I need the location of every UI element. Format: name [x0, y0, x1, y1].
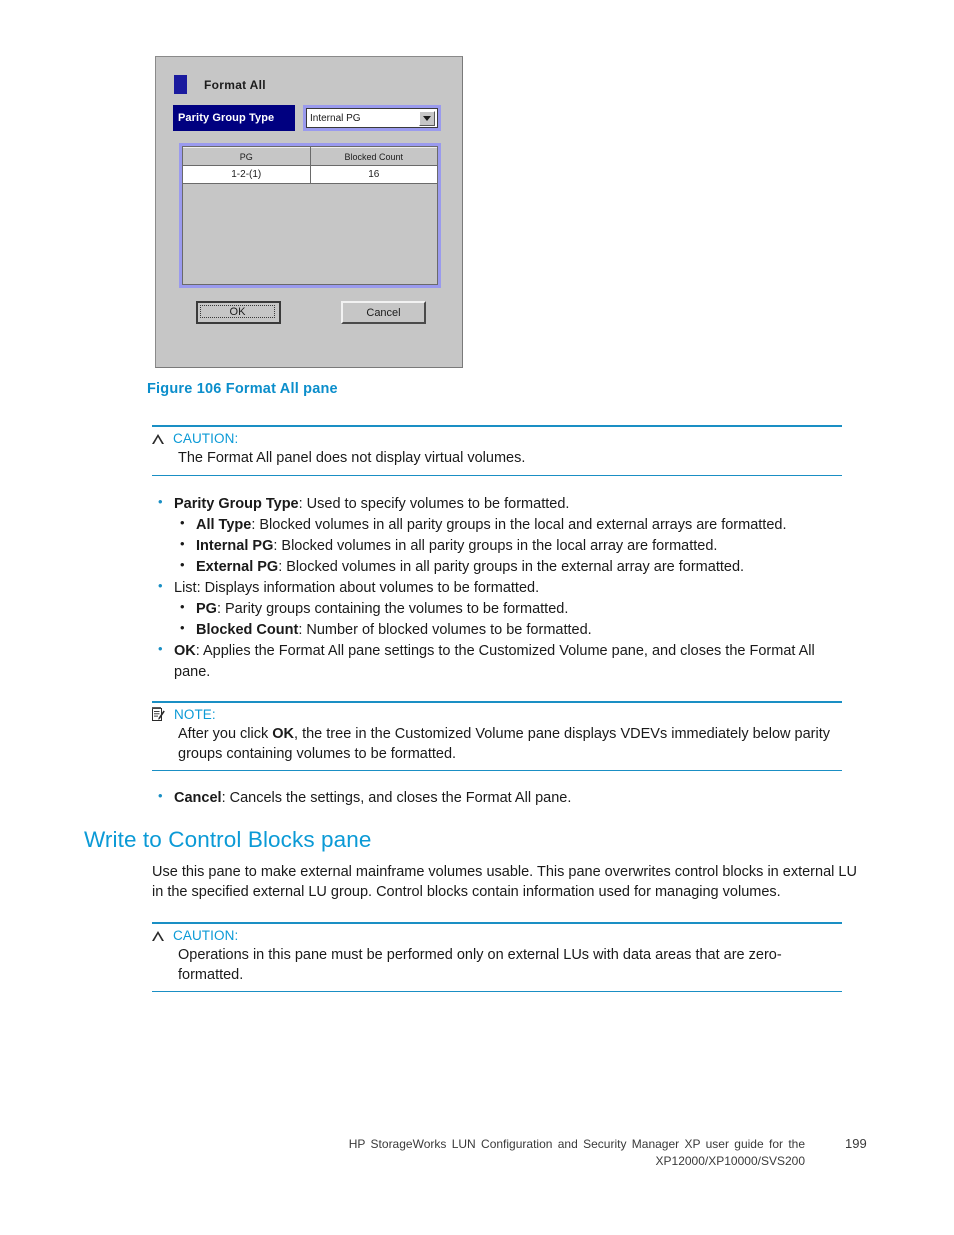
- caution-block-1: CAUTION: The Format All panel does not d…: [152, 425, 842, 476]
- caution-label-2: CAUTION:: [173, 928, 239, 943]
- bullet-list-level2-pgt: All Type: Blocked volumes in all parity …: [174, 514, 852, 578]
- parity-group-type-label: Parity Group Type: [173, 105, 295, 131]
- page-number: 199: [845, 1136, 867, 1151]
- note-pencil-icon: [152, 707, 165, 722]
- list-item-parity-group-type: Parity Group Type: Used to specify volum…: [152, 493, 852, 578]
- divider-bottom: [152, 770, 842, 772]
- term-ok: OK: [174, 643, 196, 660]
- list-item-external-pg: External PG: Blocked volumes in all pari…: [174, 556, 852, 578]
- desc-list: : Displays information about volumes to …: [196, 580, 540, 597]
- list-item-internal-pg: Internal PG: Blocked volumes in all pari…: [174, 535, 852, 557]
- caution-header-1: CAUTION:: [152, 431, 842, 446]
- format-all-dialog: Format All Parity Group Type Internal PG…: [155, 56, 463, 368]
- figure-caption: Figure 106 Format All pane: [147, 381, 338, 397]
- caution-body-2: Operations in this pane must be performe…: [178, 947, 782, 983]
- desc-blocked-count: : Number of blocked volumes to be format…: [298, 622, 592, 639]
- parity-group-type-select-wrapper: Internal PG: [303, 105, 441, 131]
- column-header-blocked-count: Blocked Count: [310, 147, 437, 166]
- note-label: NOTE:: [174, 707, 216, 722]
- desc-cancel: : Cancels the settings, and closes the F…: [221, 790, 572, 806]
- note-body-bold: OK: [272, 726, 295, 742]
- caution-label-1: CAUTION:: [173, 431, 239, 446]
- warning-triangle-icon: [152, 930, 164, 941]
- desc-ok: : Applies the Format All pane settings t…: [174, 643, 815, 681]
- caution-header-2: CAUTION:: [152, 928, 842, 943]
- list-item-ok: OK: Applies the Format All pane settings…: [152, 640, 852, 683]
- footer-line-1: HP StorageWorks LUN Configuration and Se…: [348, 1137, 805, 1151]
- note-body-pre: After you click: [178, 726, 273, 742]
- term-cancel: Cancel: [174, 790, 222, 806]
- term-blocked-count: Blocked Count: [196, 622, 299, 639]
- cancel-option-list: Cancel: Cancels the settings, and closes…: [152, 787, 852, 809]
- caution-body-1: The Format All panel does not display vi…: [178, 450, 526, 466]
- blocked-volumes-table-wrapper: PG Blocked Count 1-2-(1) 16: [179, 143, 441, 288]
- blocked-volumes-table: PG Blocked Count 1-2-(1) 16: [183, 147, 437, 184]
- list-item-list: List: Displays information about volumes…: [152, 577, 852, 641]
- cell-pg: 1-2-(1): [183, 165, 311, 184]
- note-header: NOTE:: [152, 707, 842, 722]
- ok-button-label: OK: [200, 305, 275, 318]
- parity-group-type-row: Parity Group Type Internal PG: [173, 105, 441, 131]
- desc-internal-pg: : Blocked volumes in all parity groups i…: [273, 538, 718, 555]
- dialog-title: Format All: [204, 77, 266, 92]
- divider-top: [152, 922, 842, 924]
- divider-bottom: [152, 474, 842, 476]
- list-item-all-type: All Type: Blocked volumes in all parity …: [174, 514, 852, 536]
- divider-bottom: [152, 991, 842, 993]
- caution-block-2: CAUTION: Operations in this pane must be…: [152, 922, 842, 993]
- list-item-pg: PG: Parity groups containing the volumes…: [174, 598, 852, 620]
- list-item-cancel: Cancel: Cancels the settings, and closes…: [152, 787, 852, 809]
- term-parity-group-type: Parity Group Type: [174, 496, 299, 512]
- list-item-blocked-count: Blocked Count: Number of blocked volumes…: [174, 619, 852, 641]
- table-header-row: PG Blocked Count: [183, 147, 437, 166]
- warning-triangle-icon: [152, 433, 164, 444]
- note-block: NOTE: After you click OK, the tree in th…: [152, 701, 842, 772]
- divider-top: [152, 425, 842, 427]
- term-external-pg: External PG: [196, 559, 279, 576]
- cell-blocked-count: 16: [310, 165, 437, 184]
- cancel-button[interactable]: Cancel: [341, 301, 426, 324]
- table-row[interactable]: 1-2-(1) 16: [183, 165, 437, 184]
- note-body: After you click OK, the tree in the Cust…: [178, 725, 842, 764]
- term-list: List: [174, 580, 197, 597]
- parity-group-type-select[interactable]: Internal PG: [306, 108, 438, 128]
- footer-line-2: XP12000/XP10000/SVS200: [655, 1154, 805, 1169]
- parity-group-type-value: Internal PG: [310, 112, 361, 124]
- chevron-down-icon[interactable]: [419, 110, 435, 126]
- dialog-title-swatch-icon: [174, 75, 187, 94]
- desc-parity-group-type: : Used to specify volumes to be formatte…: [298, 496, 570, 512]
- desc-all-type: : Blocked volumes in all parity groups i…: [251, 517, 787, 534]
- term-pg: PG: [196, 601, 217, 618]
- bullet-list-level1: Parity Group Type: Used to specify volum…: [152, 493, 852, 683]
- desc-external-pg: : Blocked volumes in all parity groups i…: [278, 559, 745, 576]
- term-internal-pg: Internal PG: [196, 538, 274, 555]
- bullet-list-cancel: Cancel: Cancels the settings, and closes…: [152, 787, 852, 809]
- column-header-pg: PG: [183, 147, 311, 166]
- cancel-button-label: Cancel: [366, 306, 401, 319]
- blocked-volumes-table-inner[interactable]: PG Blocked Count 1-2-(1) 16: [182, 146, 438, 285]
- dialog-title-row: Format All: [174, 75, 266, 94]
- format-all-options-list: Parity Group Type: Used to specify volum…: [152, 493, 852, 683]
- bullet-list-level2-list: PG: Parity groups containing the volumes…: [174, 598, 852, 641]
- divider-top: [152, 701, 842, 703]
- section-body: Use this pane to make external mainframe…: [152, 864, 857, 901]
- desc-pg: : Parity groups containing the volumes t…: [216, 601, 569, 618]
- figure-format-all-pane: Format All Parity Group Type Internal PG…: [155, 56, 463, 368]
- footer-guide-title: HP StorageWorks LUN Configuration and Se…: [290, 1136, 805, 1171]
- section-heading-write-to-control-blocks: Write to Control Blocks pane: [84, 827, 372, 852]
- term-all-type: All Type: [196, 517, 252, 534]
- ok-button[interactable]: OK: [196, 301, 281, 324]
